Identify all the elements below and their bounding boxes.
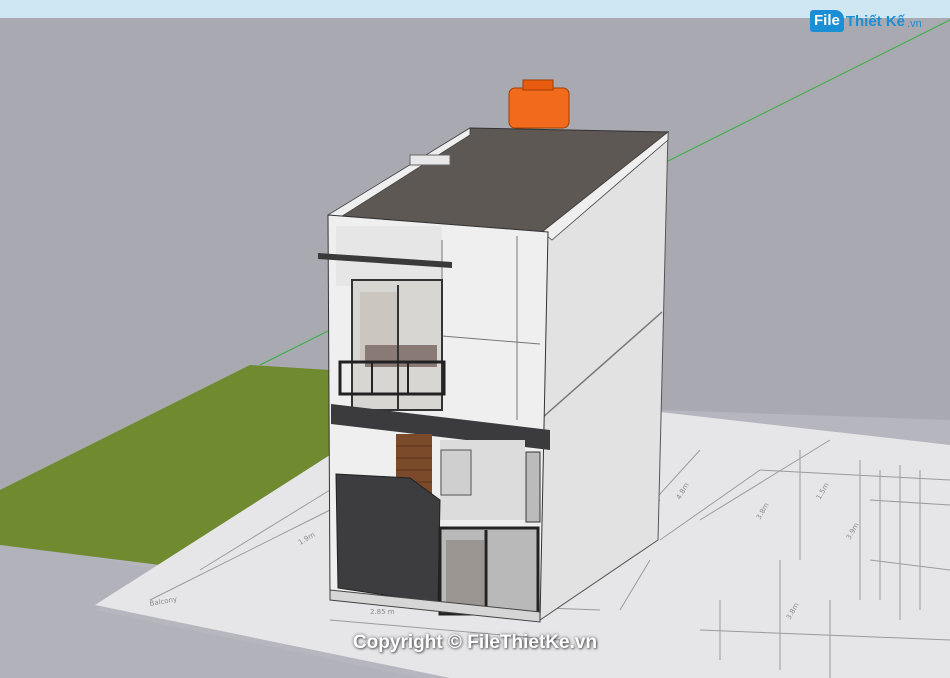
garage-gate [335, 473, 441, 604]
upper-window-bed [365, 345, 437, 367]
ground-window-right [525, 451, 541, 523]
filethietke-logo-icon[interactable]: File Thiết Kế .vn [810, 10, 922, 32]
copyright-watermark: Copyright © FileThietKe.vn [352, 632, 598, 653]
logo-thietke-text: Thiết Kế [845, 12, 906, 30]
logo-vn-text: .vn [907, 18, 922, 30]
kitchen-shelf [440, 449, 472, 496]
house-3d-model-scene: 1.9m 3.9m 4.8m 3.8m 1.5m 3.9m 3.8m 2.85 … [0, 0, 950, 678]
svg-text:2.85 m: 2.85 m [370, 608, 395, 616]
sky-top-band [0, 0, 950, 18]
roof-equipment [409, 154, 451, 166]
logo-file-text: File [810, 10, 844, 32]
sketchup-viewport[interactable]: 1.9m 3.9m 4.8m 3.8m 1.5m 3.9m 3.8m 2.85 … [0, 0, 950, 678]
water-tank-icon [508, 79, 570, 129]
